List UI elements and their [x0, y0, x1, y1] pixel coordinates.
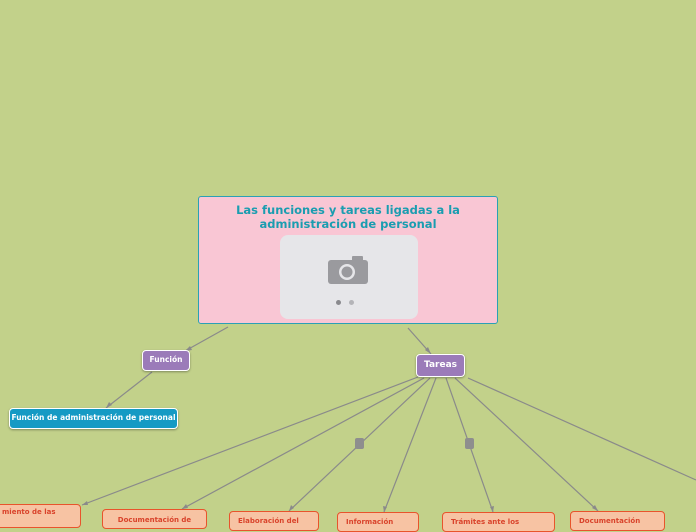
central-topic-title: Las funciones y tareas ligadas a la admi…	[236, 203, 460, 231]
connector-tareas-child-2	[181, 377, 425, 510]
connector-central-funcion	[184, 326, 229, 352]
connector-tareas-child-7	[467, 377, 696, 481]
node-tareas[interactable]: Tareas	[416, 354, 465, 377]
camera-icon	[328, 256, 368, 284]
node-tareas-child[interactable]: Documentación de	[102, 509, 207, 529]
connector-tareas-child-4	[383, 377, 437, 513]
collapse-toggle[interactable]	[465, 438, 474, 449]
node-tareas-child[interactable]: Información	[337, 512, 419, 532]
node-tareas-child[interactable]: Trámites ante los	[442, 512, 555, 532]
arrowhead	[82, 501, 88, 505]
collapse-toggle[interactable]	[355, 438, 364, 449]
node-tareas-child[interactable]: Elaboración del	[229, 511, 319, 531]
image-carousel-dots	[336, 290, 357, 309]
central-topic[interactable]: Las funciones y tareas ligadas a la admi…	[198, 196, 498, 324]
node-tareas-child[interactable]: miento de las	[0, 504, 81, 528]
node-tareas-child[interactable]: Documentación	[570, 511, 665, 531]
connector-tareas-child-6	[454, 377, 599, 512]
image-placeholder[interactable]	[280, 235, 418, 319]
connector-funcion-admin	[105, 371, 153, 409]
carousel-dot[interactable]	[349, 300, 355, 305]
node-funcion[interactable]: Función	[142, 350, 190, 371]
connector-tareas-child-1	[81, 376, 419, 506]
node-funcion-admin-personal[interactable]: Función de administración de personal	[9, 408, 178, 429]
carousel-dot-active[interactable]	[336, 300, 341, 305]
